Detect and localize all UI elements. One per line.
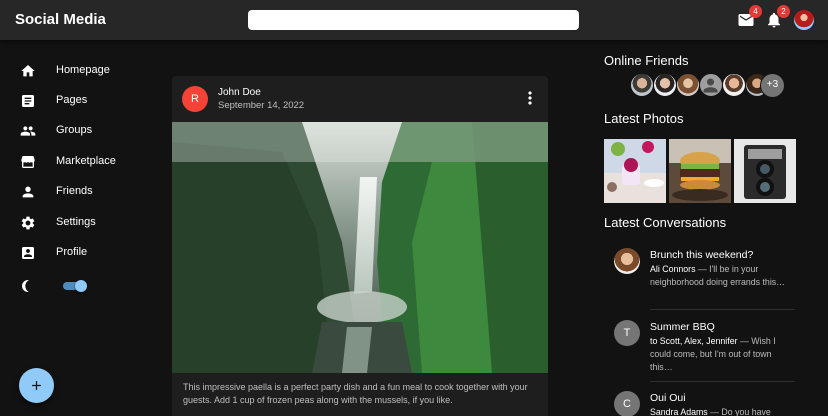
add-icon	[32, 381, 41, 390]
sidebar-item-label: Groups	[56, 124, 93, 136]
person-icon	[22, 186, 34, 198]
home-icon	[21, 65, 35, 77]
friend-avatar[interactable]	[676, 73, 700, 97]
mail-badge: 4	[749, 5, 762, 18]
conversation-preview: Ali Connors — I'll be in your neighborho…	[650, 263, 792, 289]
post-text: This impressive paella is a perfect part…	[183, 382, 528, 405]
user-avatar[interactable]	[794, 10, 814, 30]
sidebar-item-label: Friends	[56, 185, 93, 197]
sidebar-item-marketplace[interactable]: Marketplace	[0, 147, 160, 177]
more-friends-count[interactable]: +3	[760, 73, 785, 98]
conversation-message: — Do you have	[707, 407, 771, 416]
app-bar: Social Media 4 2	[0, 0, 828, 40]
divider	[650, 309, 795, 310]
latest-photo[interactable]	[604, 139, 666, 203]
latest-photos-heading: Latest Photos	[604, 111, 684, 126]
sidebar-item-friends[interactable]: Friends	[0, 177, 160, 207]
conversation-avatar: T	[614, 320, 640, 346]
sidebar-item-label: Settings	[56, 216, 96, 228]
person-icon[interactable]	[699, 73, 723, 97]
sidebar-item-groups[interactable]: Groups	[0, 116, 160, 146]
conversation-avatar: C	[614, 391, 640, 416]
dark-mode-switch[interactable]	[63, 280, 87, 292]
sidebar-item-label: Homepage	[56, 64, 110, 76]
search-input[interactable]	[248, 10, 579, 30]
sidebar-item-pages[interactable]: Pages	[0, 86, 160, 116]
settings-icon	[21, 216, 35, 230]
post-avatar[interactable]: R	[182, 86, 208, 112]
sidebar-item-label: Pages	[56, 94, 88, 106]
conversation-sender: Ali Connors	[650, 264, 696, 274]
sidebar-item-label: Marketplace	[56, 155, 116, 167]
account-box-icon	[22, 247, 34, 259]
moon-icon	[22, 280, 29, 292]
conversation-avatar	[614, 248, 640, 274]
post-image	[172, 122, 548, 373]
group-icon	[20, 126, 36, 136]
friend-avatar[interactable]	[630, 73, 654, 97]
more-vert-icon[interactable]	[520, 88, 540, 108]
mail-icon[interactable]: 4	[737, 5, 762, 29]
divider	[650, 381, 795, 382]
latest-conversations-heading: Latest Conversations	[604, 215, 727, 230]
conversation-title: Summer BBQ	[650, 321, 715, 333]
post-author: John Doe	[218, 87, 261, 98]
conversation-sender: Sandra Adams	[650, 407, 708, 416]
right-sidebar: Online Friends +3 Latest Photos Latest C…	[592, 40, 828, 416]
conversation-preview: Sandra Adams — Do you have	[650, 406, 792, 416]
switch-thumb	[75, 280, 87, 292]
post-card: R John Doe September 14, 2022 This impre…	[172, 76, 548, 416]
sidebar-item-label: Profile	[56, 246, 88, 258]
notifications-badge: 2	[777, 5, 790, 18]
latest-photo[interactable]	[734, 139, 796, 203]
conversation-title: Oui Oui	[650, 392, 686, 404]
add-button[interactable]	[19, 368, 54, 403]
conversation-title: Brunch this weekend?	[650, 249, 754, 261]
app-title[interactable]: Social Media	[15, 11, 106, 28]
bell-icon[interactable]: 2	[765, 5, 790, 29]
conversation-preview: to Scott, Alex, Jennifer — Wish I could …	[650, 335, 792, 374]
article-icon	[22, 95, 34, 107]
theme-row	[0, 274, 160, 298]
friend-avatar[interactable]	[722, 73, 746, 97]
post-date: September 14, 2022	[218, 100, 305, 111]
sidebar-item-settings[interactable]: Settings	[0, 208, 160, 238]
online-friends-heading: Online Friends	[604, 53, 689, 68]
sidebar-item-profile[interactable]: Profile	[0, 238, 160, 268]
sidebar-item-homepage[interactable]: Homepage	[0, 56, 160, 86]
latest-photo[interactable]	[669, 139, 731, 203]
conversation-sender: to Scott, Alex, Jennifer	[650, 336, 738, 346]
friend-avatar[interactable]	[653, 73, 677, 97]
storefront-icon	[21, 156, 35, 168]
